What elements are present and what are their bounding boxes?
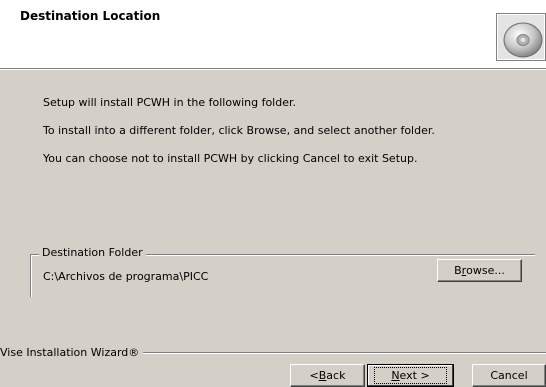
cd-disc-icon [496,13,546,61]
destination-folder-label: Destination Folder [39,246,146,259]
back-button[interactable]: < Back [290,364,365,387]
next-button[interactable]: Next > [367,364,454,387]
page-title: Destination Location [20,9,161,23]
info-text-1: Setup will install PCWH in the following… [43,96,296,109]
destination-path: C:\Archivos de programa\PICC [43,270,209,283]
wizard-brand-label: Vise Installation Wizard® [0,346,144,359]
browse-button[interactable]: Br owse... [437,259,522,282]
info-text-2: To install into a different folder, clic… [43,124,435,137]
header-panel: Destination Location [0,0,546,68]
back-label-prefix: < [309,369,319,382]
browse-label-prefix: B [454,264,462,277]
back-label-suffix: ack [326,369,346,382]
next-focus-ring: Next > [374,367,447,384]
back-accelerator: B [318,369,327,382]
next-label-suffix: ext > [399,369,430,382]
browse-label-suffix: owse... [466,264,505,277]
info-text-3: You can choose not to install PCWH by cl… [43,152,418,165]
cancel-button[interactable]: Cancel [472,364,546,387]
next-accelerator: N [391,369,400,382]
header-separator-highlight [0,69,546,70]
